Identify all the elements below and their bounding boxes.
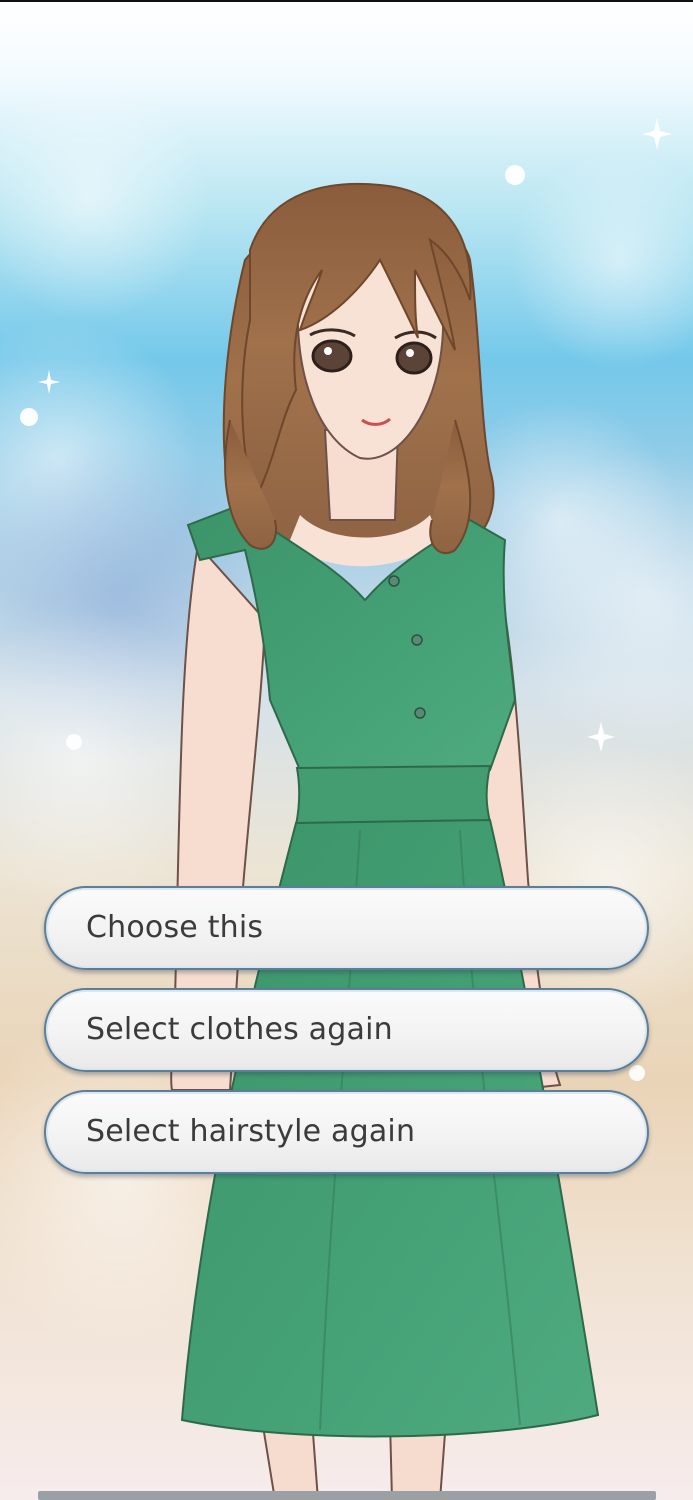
choice-menu: Choose this Select clothes again Select … <box>44 886 649 1192</box>
character-illustration <box>170 182 600 1500</box>
choice-label: Select hairstyle again <box>86 1114 416 1149</box>
choose-this-button[interactable]: Choose this <box>44 886 649 970</box>
game-scene: Choose this Select clothes again Select … <box>0 0 693 1500</box>
home-indicator[interactable] <box>38 1491 656 1500</box>
choice-label: Choose this <box>86 910 264 945</box>
select-clothes-again-button[interactable]: Select clothes again <box>44 988 649 1072</box>
status-bar-edge <box>0 0 693 2</box>
choice-label: Select clothes again <box>86 1012 393 1047</box>
select-hairstyle-again-button[interactable]: Select hairstyle again <box>44 1090 649 1174</box>
